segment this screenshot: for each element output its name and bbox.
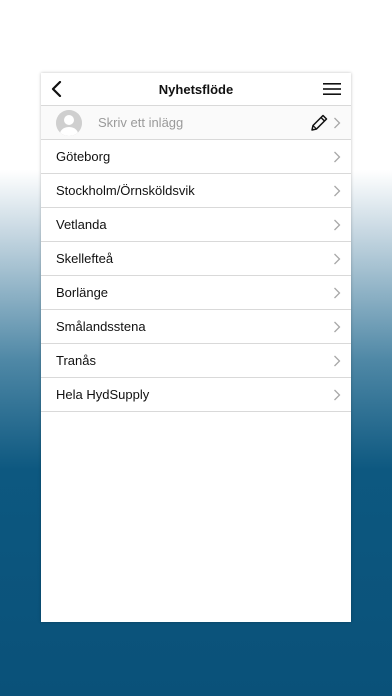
list-item[interactable]: Tranås xyxy=(41,344,351,378)
list-item-label: Stockholm/Örnsköldsvik xyxy=(56,183,195,198)
newsfeed-panel: Nyhetsflöde Göteborg xyxy=(41,73,351,622)
feed-list: Göteborg Stockholm/Örnsköldsvik Vetlanda… xyxy=(41,140,351,412)
list-item-label: Hela HydSupply xyxy=(56,387,150,402)
list-item[interactable]: Hela HydSupply xyxy=(41,378,351,412)
list-item-label: Tranås xyxy=(56,353,96,368)
hamburger-menu-icon xyxy=(323,83,341,95)
list-item-label: Borlänge xyxy=(56,285,109,300)
chevron-right-icon xyxy=(334,219,341,230)
header-bar: Nyhetsflöde xyxy=(41,73,351,106)
chevron-right-icon xyxy=(334,185,341,196)
menu-button[interactable] xyxy=(321,79,343,99)
list-item-label: Göteborg xyxy=(56,149,111,164)
list-item[interactable]: Skellefteå xyxy=(41,242,351,276)
compose-post-row[interactable] xyxy=(41,106,351,140)
compose-post-input[interactable] xyxy=(98,115,288,130)
list-item-label: Smålandsstena xyxy=(56,319,146,334)
chevron-right-icon xyxy=(334,117,341,128)
list-item-label: Vetlanda xyxy=(56,217,107,232)
pencil-icon[interactable] xyxy=(309,113,329,133)
list-item[interactable]: Vetlanda xyxy=(41,208,351,242)
list-item[interactable]: Stockholm/Örnsköldsvik xyxy=(41,174,351,208)
list-item[interactable]: Borlänge xyxy=(41,276,351,310)
list-item-label: Skellefteå xyxy=(56,251,114,266)
user-avatar-icon xyxy=(56,109,82,136)
chevron-left-icon xyxy=(51,81,62,97)
chevron-right-icon xyxy=(334,151,341,162)
list-item[interactable]: Smålandsstena xyxy=(41,310,351,344)
list-item[interactable]: Göteborg xyxy=(41,140,351,174)
chevron-right-icon xyxy=(334,321,341,332)
back-button[interactable] xyxy=(47,79,67,99)
chevron-right-icon xyxy=(334,389,341,400)
chevron-right-icon xyxy=(334,355,341,366)
page-title: Nyhetsflöde xyxy=(158,81,234,97)
chevron-right-icon xyxy=(334,253,341,264)
chevron-right-icon xyxy=(334,287,341,298)
